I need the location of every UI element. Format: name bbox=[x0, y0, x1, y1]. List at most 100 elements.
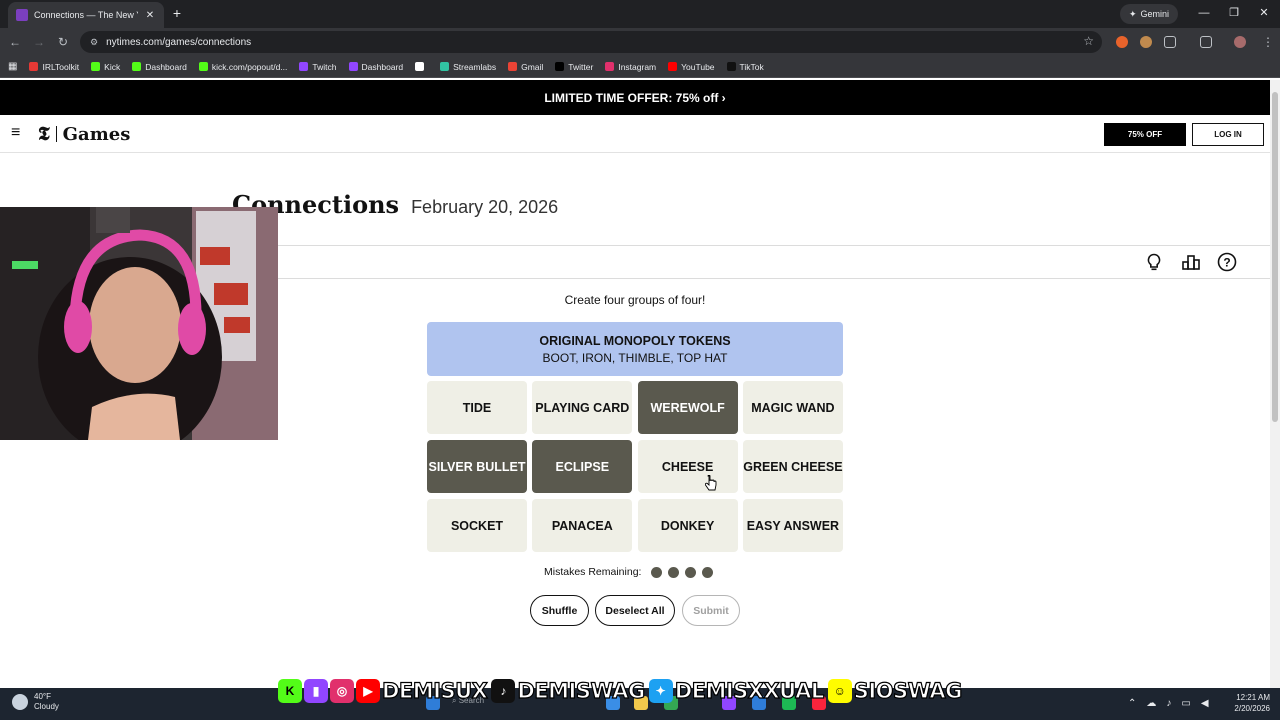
close-tab-icon[interactable]: ✕ bbox=[144, 10, 156, 21]
network-icon[interactable]: ☁ bbox=[1146, 698, 1156, 709]
weather-widget[interactable]: 40°F Cloudy bbox=[12, 692, 59, 712]
gemini-label: Gemini bbox=[1140, 9, 1170, 19]
bookmark-item[interactable]: Instagram bbox=[605, 62, 656, 72]
promo-text: LIMITED TIME OFFER: 75% off › bbox=[544, 90, 726, 105]
bookmark-favicon-icon bbox=[415, 62, 425, 71]
mistake-dot bbox=[702, 566, 714, 578]
gemini-button[interactable]: ✦ Gemini bbox=[1120, 4, 1178, 24]
logo-divider bbox=[55, 126, 57, 142]
word-card[interactable]: CHEESE bbox=[637, 440, 738, 493]
mouse-cursor-icon bbox=[705, 475, 717, 491]
word-card[interactable]: PLAYING CARD bbox=[532, 381, 633, 434]
game-header: Connections February 20, 2026 bbox=[232, 190, 558, 219]
page-scrollbar[interactable] bbox=[1270, 80, 1280, 688]
mistake-dot bbox=[651, 566, 663, 578]
extension-icon[interactable] bbox=[1116, 36, 1128, 48]
bookmark-item[interactable]: TikTok bbox=[726, 61, 764, 72]
bookmark-label: Streamlabs bbox=[453, 61, 497, 72]
stats-chart-icon[interactable] bbox=[1181, 252, 1201, 272]
deselect-all-button[interactable]: Deselect All bbox=[595, 595, 675, 626]
back-arrow-icon[interactable]: ← bbox=[6, 33, 24, 51]
chevron-up-icon[interactable]: ⌃ bbox=[1128, 698, 1136, 709]
bookmark-favicon-icon bbox=[348, 62, 358, 71]
bookmark-item[interactable] bbox=[415, 62, 428, 71]
word-card[interactable]: TIDE bbox=[427, 381, 527, 434]
browser-tab[interactable]: Connections — The New York T ✕ bbox=[8, 2, 164, 28]
restore-icon[interactable]: ❐ bbox=[1219, 3, 1249, 23]
word-card[interactable]: ECLIPSE bbox=[532, 440, 633, 493]
temperature: 40°F bbox=[34, 692, 51, 701]
bookmark-item[interactable]: kick.com/popout/d... bbox=[198, 62, 287, 72]
bookmark-item[interactable]: Twitter bbox=[555, 62, 593, 72]
mistake-dot bbox=[685, 566, 697, 578]
subscribe-offer-button[interactable]: 75% OFF bbox=[1104, 123, 1186, 146]
side-panel-icon[interactable] bbox=[1200, 36, 1212, 48]
reload-icon[interactable]: ↻ bbox=[54, 33, 72, 51]
system-clock[interactable]: 12:21 AM 2/20/2026 bbox=[1234, 692, 1270, 714]
bookmark-favicon-icon bbox=[555, 62, 565, 71]
bookmark-item[interactable]: Twitch bbox=[299, 61, 337, 72]
bookmark-label: IRLToolkit bbox=[42, 61, 80, 72]
bookmark-label: Instagram bbox=[618, 61, 657, 72]
bookmark-item[interactable]: Kick bbox=[91, 62, 120, 72]
word-card[interactable]: SOCKET bbox=[427, 499, 527, 552]
submit-button[interactable]: Submit bbox=[682, 595, 740, 626]
bookmark-item[interactable]: Streamlabs bbox=[440, 62, 496, 72]
extensions-puzzle-icon[interactable] bbox=[1164, 36, 1176, 48]
microphone-icon[interactable]: ♪ bbox=[1166, 698, 1171, 709]
bookmark-item[interactable]: YouTube bbox=[668, 61, 715, 72]
word-card[interactable]: GREEN CHEESE bbox=[742, 440, 843, 493]
apps-grid-icon[interactable]: ▦ bbox=[8, 61, 17, 72]
bookmark-item[interactable]: Dashboard bbox=[132, 62, 187, 72]
word-card[interactable]: SILVER BULLET bbox=[427, 440, 527, 493]
bookmark-favicon-icon bbox=[726, 62, 736, 71]
word-card[interactable]: EASY ANSWER bbox=[742, 499, 843, 552]
nyt-games-logo[interactable]: 𝕿 Games bbox=[38, 123, 130, 145]
mistake-dots bbox=[651, 566, 714, 578]
hint-lightbulb-icon[interactable] bbox=[1144, 252, 1164, 272]
bookmark-favicon-icon bbox=[132, 62, 142, 71]
shuffle-button[interactable]: Shuffle bbox=[530, 595, 589, 626]
snapchat-icon: ☺ bbox=[827, 679, 852, 703]
extension-icon[interactable] bbox=[1140, 36, 1152, 48]
hamburger-menu-icon[interactable]: ≡ bbox=[11, 125, 25, 141]
sparkle-icon: ✦ bbox=[1128, 8, 1137, 19]
new-tab-button[interactable]: + bbox=[168, 4, 186, 22]
address-bar[interactable]: ⚙ nytimes.com/games/connections ☆ bbox=[80, 31, 1102, 53]
tiktok-icon: ♪ bbox=[491, 679, 516, 703]
browser-menu-icon[interactable]: ⋮ bbox=[1259, 33, 1277, 51]
bookmark-label: Twitch bbox=[312, 61, 337, 72]
social-handle: DEMISWAG bbox=[517, 678, 646, 703]
bookmark-label: Gmail bbox=[521, 61, 544, 72]
youtube-icon: ▶ bbox=[356, 679, 380, 703]
word-card[interactable]: MAGIC WAND bbox=[742, 381, 843, 434]
bookmark-star-icon[interactable]: ☆ bbox=[1083, 34, 1094, 48]
instagram-icon: ◎ bbox=[330, 679, 354, 703]
site-info-icon[interactable]: ⚙ bbox=[90, 37, 98, 48]
profile-avatar[interactable] bbox=[1234, 36, 1246, 48]
bookmark-favicon-icon bbox=[29, 62, 39, 71]
scrollbar-thumb[interactable] bbox=[1272, 92, 1278, 422]
bookmark-item[interactable]: Gmail bbox=[508, 62, 543, 72]
mistakes-remaining: Mistakes Remaining: bbox=[544, 566, 714, 578]
volume-icon[interactable]: ◀ bbox=[1201, 698, 1209, 709]
word-card[interactable]: PANACEA bbox=[532, 499, 633, 552]
close-window-icon[interactable]: ✕ bbox=[1249, 3, 1279, 23]
bookmark-favicon-icon bbox=[198, 62, 208, 71]
minimize-icon[interactable]: — bbox=[1189, 3, 1219, 23]
login-button[interactable]: LOG IN bbox=[1192, 123, 1264, 146]
promo-banner[interactable]: LIMITED TIME OFFER: 75% off › bbox=[0, 80, 1270, 115]
webcam-overlay bbox=[0, 207, 278, 440]
word-grid: TIDE PLAYING CARD WEREWOLF MAGIC WAND SILVER… bbox=[427, 381, 843, 552]
word-card[interactable]: WEREWOLF bbox=[637, 381, 738, 434]
mistakes-label: Mistakes Remaining: bbox=[544, 566, 642, 578]
forward-arrow-icon[interactable]: → bbox=[30, 33, 48, 51]
bookmark-item[interactable]: Dashboard bbox=[348, 62, 403, 72]
bookmark-item[interactable]: IRLToolkit bbox=[29, 62, 79, 72]
word-card[interactable]: DONKEY bbox=[637, 499, 738, 552]
bookmark-label: TikTok bbox=[739, 61, 764, 72]
bookmark-label: YouTube bbox=[681, 61, 715, 72]
display-icon[interactable]: ▭ bbox=[1181, 698, 1190, 709]
bookmark-favicon-icon bbox=[299, 62, 309, 71]
help-question-icon[interactable]: ? bbox=[1217, 252, 1237, 272]
